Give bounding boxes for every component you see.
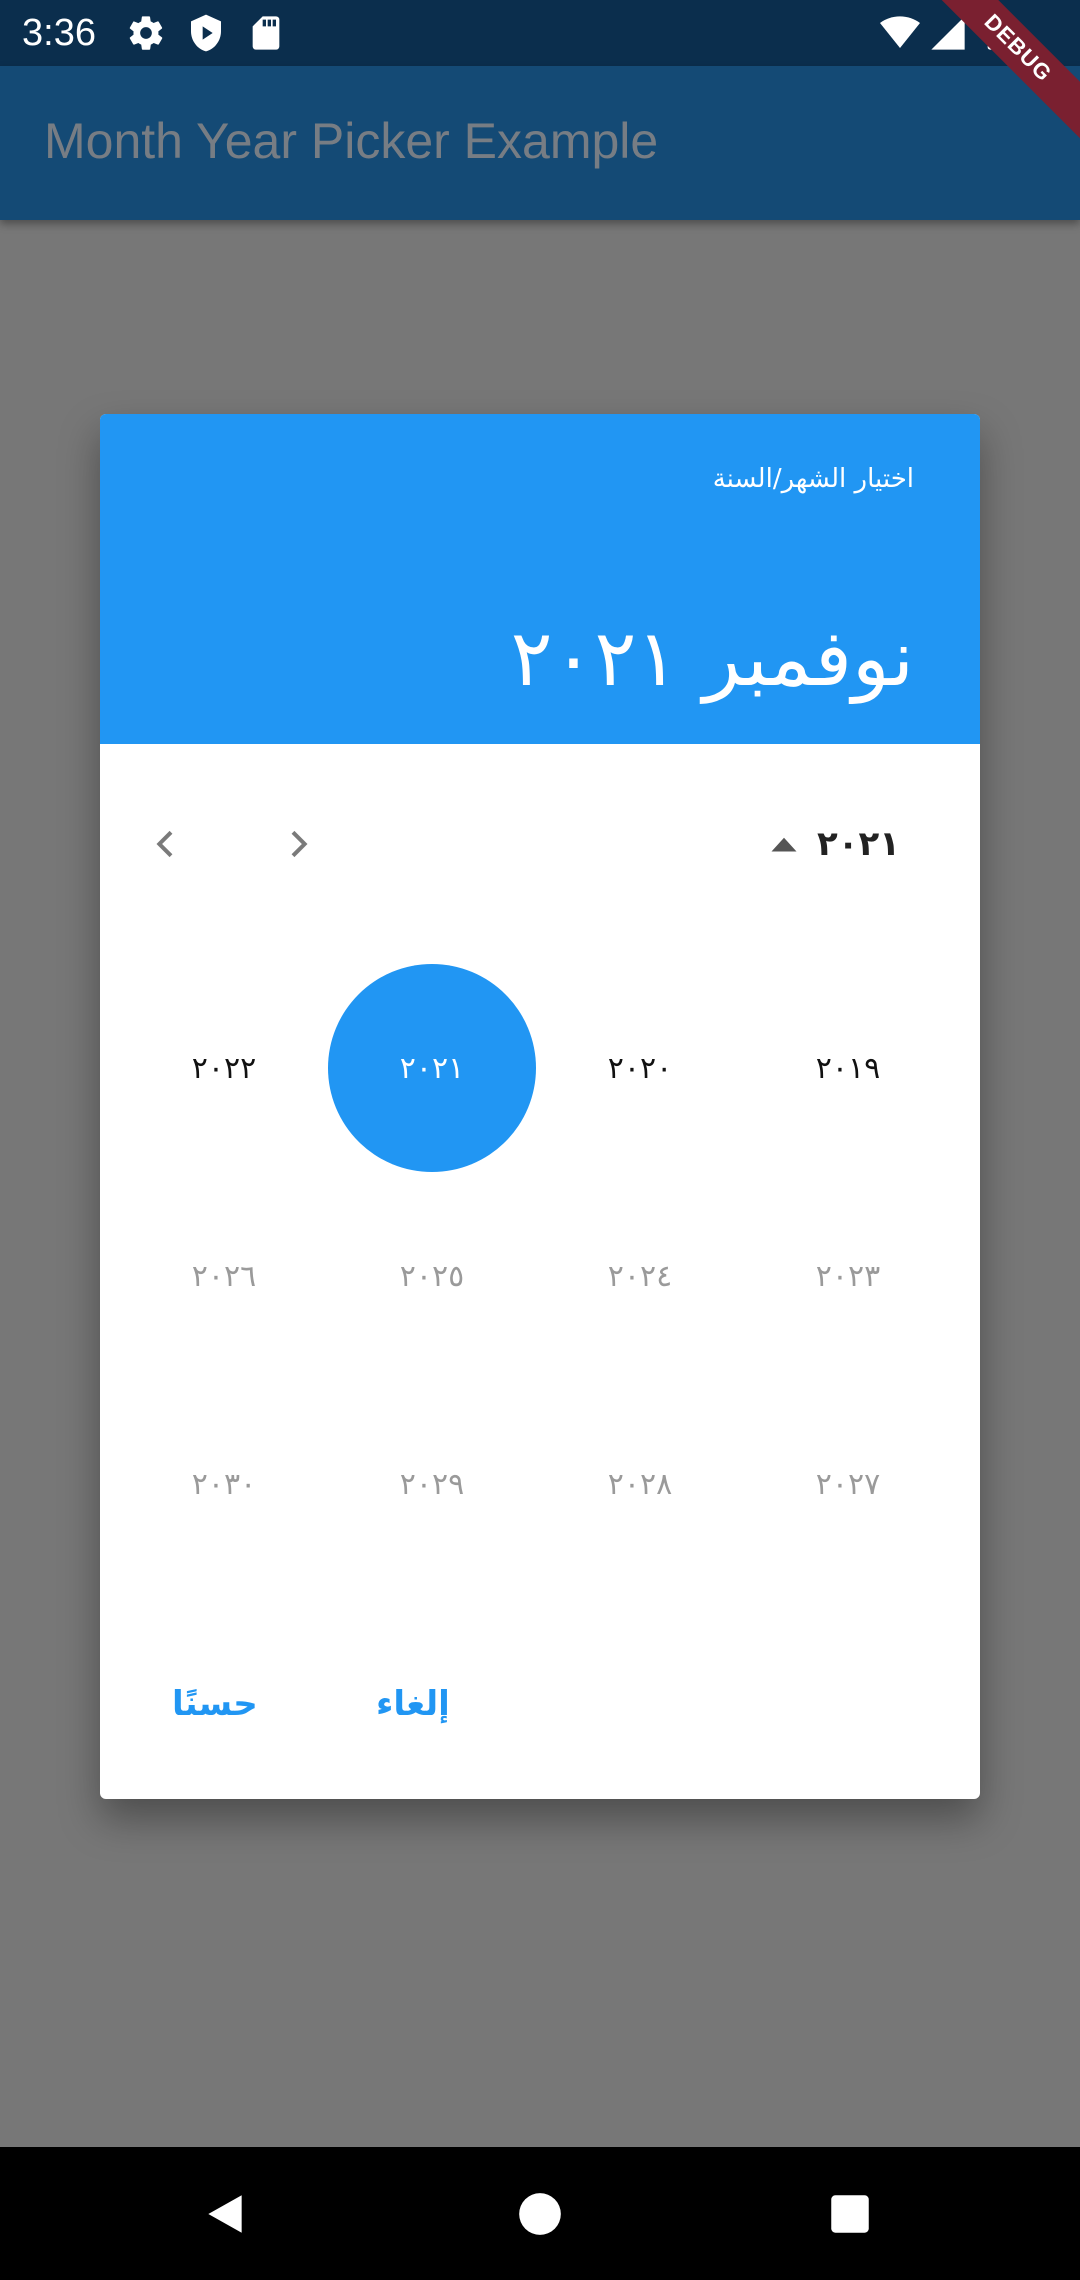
chevron-left-icon <box>156 830 173 858</box>
previous-page-button[interactable] <box>136 814 196 874</box>
app-title: Month Year Picker Example <box>44 113 659 169</box>
year-cell[interactable]: ٢٠٢٠ <box>536 964 744 1172</box>
year-cell: ٢٠٢٧ <box>815 1466 881 1502</box>
ok-button[interactable]: حسنًا <box>172 1684 258 1724</box>
year-cell: ٢٠٢٥ <box>399 1258 465 1294</box>
year-cell: ٢٠٢٣ <box>815 1258 881 1294</box>
shield-icon <box>191 14 221 52</box>
year-cell: ٢٠٢٨ <box>607 1466 673 1502</box>
year-cell: ٢٠٢٦ <box>191 1258 257 1294</box>
arrow-drop-up-icon <box>771 837 797 852</box>
year-cell: ٢٠٣٠ <box>191 1466 257 1502</box>
year-cell: ٢٠٢٤ <box>607 1258 673 1294</box>
dialog-header: اختيار الشهر/السنة نوفمبر ٢٠٢١ <box>100 414 980 744</box>
app-bar: Month Year Picker Example <box>0 66 1080 220</box>
year-cell: ٢٠٢٩ <box>399 1466 465 1502</box>
year-cell-selected[interactable]: ٢٠٢١ <box>328 964 536 1172</box>
sd-card-icon <box>252 16 280 50</box>
year-mode-toggle[interactable]: ٢٠٢١ <box>769 814 900 874</box>
debug-banner: DEBUG <box>920 0 1080 147</box>
year-cell[interactable]: ٢٠٢٢ <box>120 964 328 1172</box>
dialog-help-text: اختيار الشهر/السنة <box>712 464 914 494</box>
recents-icon[interactable] <box>825 2189 875 2239</box>
debug-banner-container: DEBUG <box>920 0 1080 160</box>
year-mode-label: ٢٠٢١ <box>816 824 900 864</box>
back-icon[interactable] <box>200 2189 250 2239</box>
home-icon[interactable] <box>515 2189 565 2239</box>
next-page-button[interactable] <box>268 814 328 874</box>
settings-icon <box>129 16 163 50</box>
selected-date-label: نوفمبر ٢٠٢١ <box>510 614 914 704</box>
status-time: 3:36 <box>22 12 96 54</box>
year-cell[interactable]: ٢٠١٩ <box>744 964 952 1172</box>
wifi-icon <box>880 16 920 48</box>
system-navigation-bar <box>0 2147 1080 2280</box>
month-year-picker-dialog: اختيار الشهر/السنة نوفمبر ٢٠٢١ ٢٠٢١ ٢٠٢٢… <box>100 414 980 1799</box>
chevron-right-icon <box>291 830 308 858</box>
dialog-actions: حسنًا إلغاء <box>100 1684 980 1764</box>
cancel-button[interactable]: إلغاء <box>376 1684 450 1724</box>
status-bar: 3:36 <box>0 0 1080 66</box>
